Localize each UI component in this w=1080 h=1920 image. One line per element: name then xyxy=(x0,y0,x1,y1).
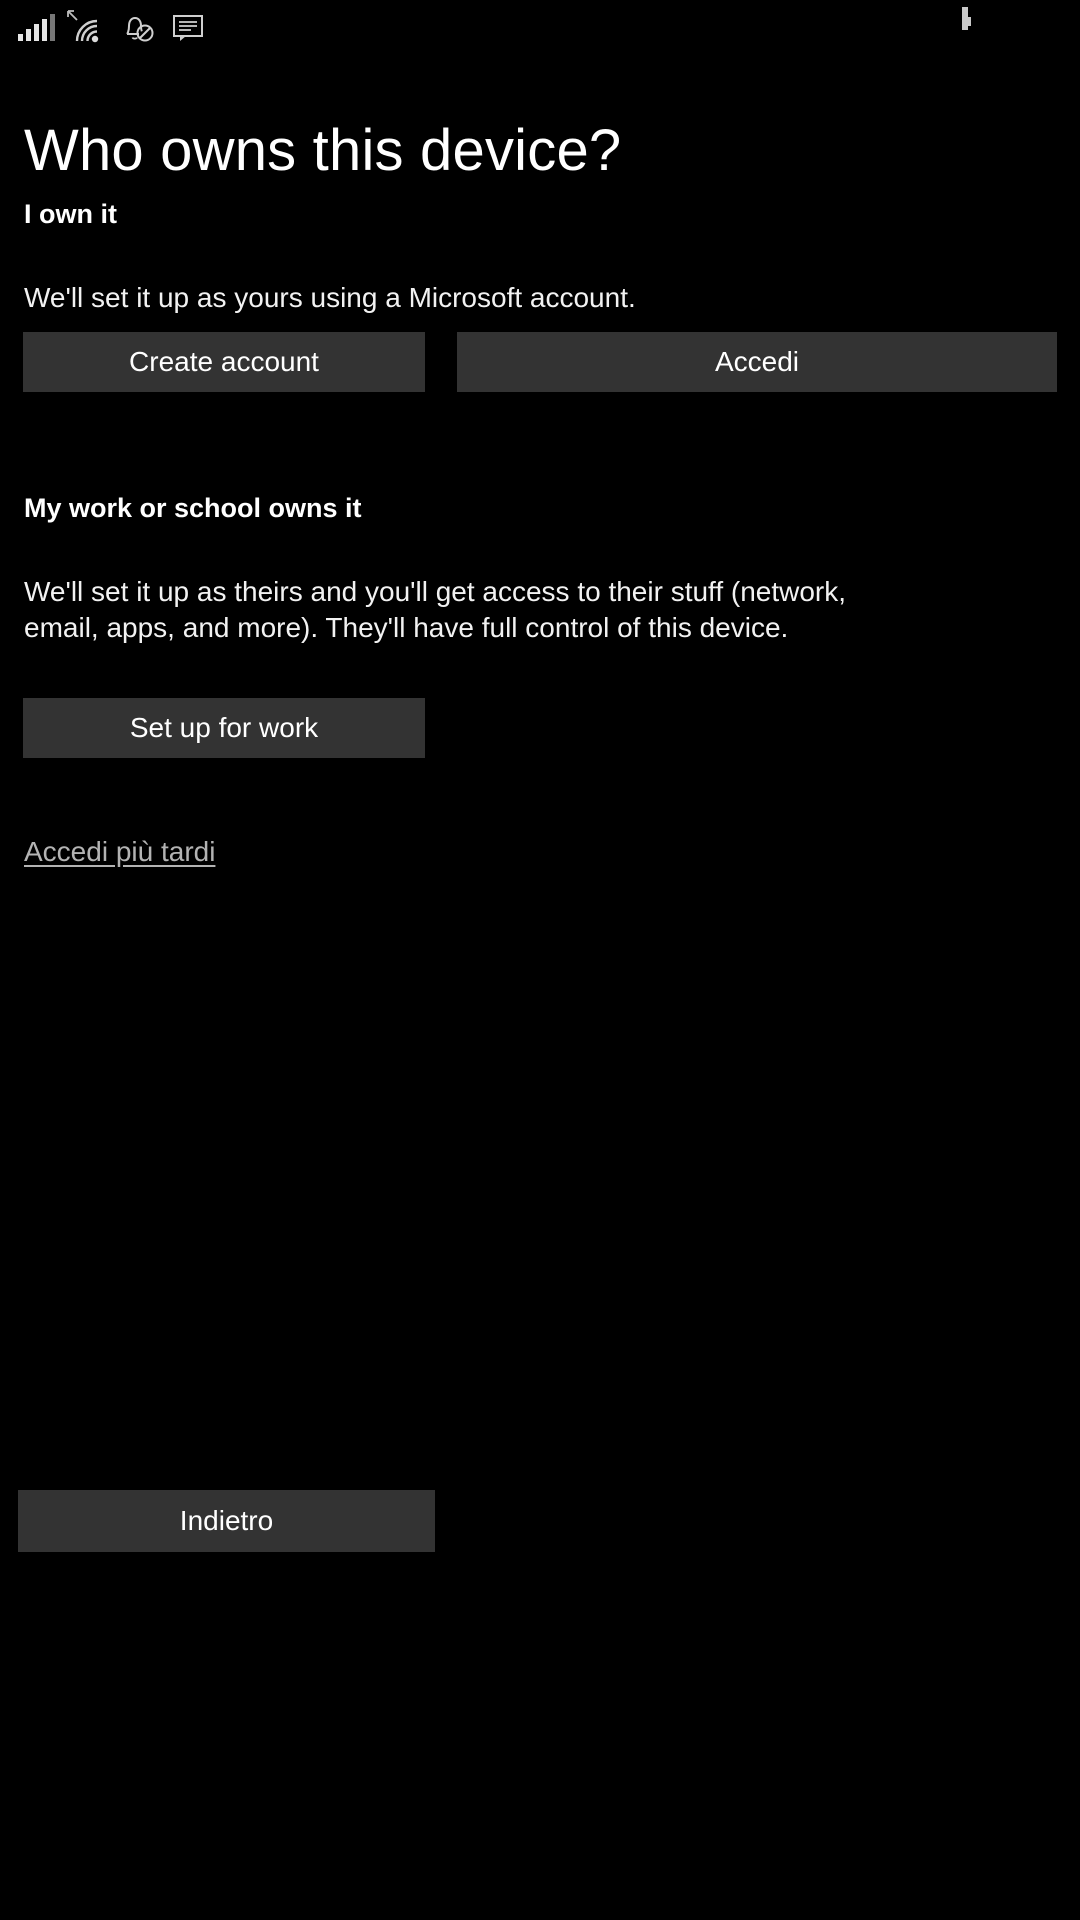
section-description-i-own-it: We'll set it up as yours using a Microso… xyxy=(24,282,636,313)
notifications-off-icon xyxy=(119,12,157,44)
battery-icon xyxy=(962,7,968,30)
cellular-signal-icon xyxy=(18,13,55,44)
sign-in-button[interactable]: Accedi xyxy=(457,332,1057,392)
back-button[interactable]: Indietro xyxy=(18,1490,435,1552)
section-heading-work-or-school: My work or school owns it xyxy=(24,493,362,524)
sms-message-icon xyxy=(171,12,205,44)
wifi-icon xyxy=(67,10,105,44)
section-description-work-or-school: We'll set it up as theirs and you'll get… xyxy=(24,576,847,643)
create-account-button[interactable]: Create account xyxy=(23,332,425,392)
page-title: Who owns this device? xyxy=(24,117,622,183)
data-transfer-arrow-icon xyxy=(67,10,78,21)
status-bar-right-icons xyxy=(962,7,968,30)
set-up-for-work-button[interactable]: Set up for work xyxy=(23,698,425,758)
status-bar-left-icons xyxy=(18,4,205,44)
section-heading-i-own-it: I own it xyxy=(24,199,117,230)
oobe-screen: Who owns this device? I own it We'll set… xyxy=(0,0,1080,1920)
sign-in-later-link[interactable]: Accedi più tardi xyxy=(24,836,215,868)
status-bar xyxy=(0,0,1080,48)
